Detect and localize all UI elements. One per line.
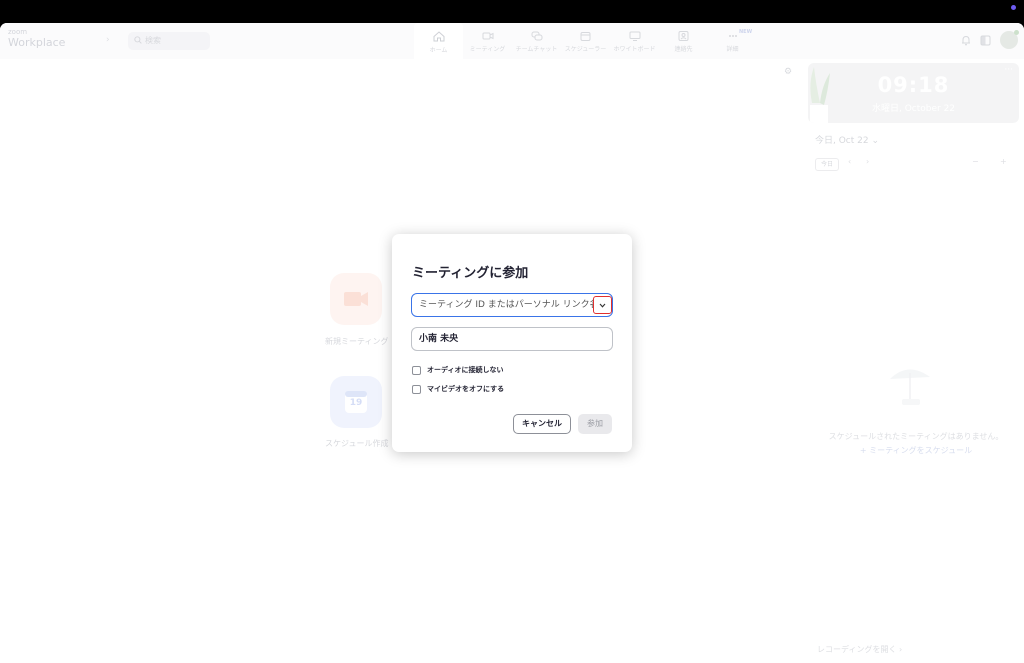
- meeting-id-dropdown-button[interactable]: [593, 296, 612, 314]
- dialog-title: ミーティングに参加: [412, 266, 529, 281]
- video-off-checkbox[interactable]: [412, 384, 421, 394]
- video-off-label: マイビデオをオフにする: [427, 385, 505, 393]
- no-audio-label: オーディオに接続しない: [427, 366, 504, 374]
- display-name-input[interactable]: 小南 未央: [411, 327, 613, 351]
- status-indicator: [1011, 5, 1016, 10]
- join-meeting-dialog: ミーティングに参加 ミーティング ID またはパーソナル リンク名 小南 未央 …: [392, 234, 632, 452]
- no-audio-checkbox[interactable]: [412, 365, 421, 375]
- cancel-button[interactable]: キャンセル: [513, 414, 571, 434]
- join-button[interactable]: 参加: [578, 414, 612, 434]
- no-audio-option[interactable]: オーディオに接続しない: [412, 365, 504, 375]
- zoom-app-window: zoom Workplace › 検索 ホーム ミーティング チームチャット ス…: [0, 23, 1024, 663]
- video-off-option[interactable]: マイビデオをオフにする: [412, 384, 504, 394]
- meeting-id-input[interactable]: ミーティング ID またはパーソナル リンク名: [411, 293, 613, 317]
- chevron-down-icon: [599, 303, 606, 308]
